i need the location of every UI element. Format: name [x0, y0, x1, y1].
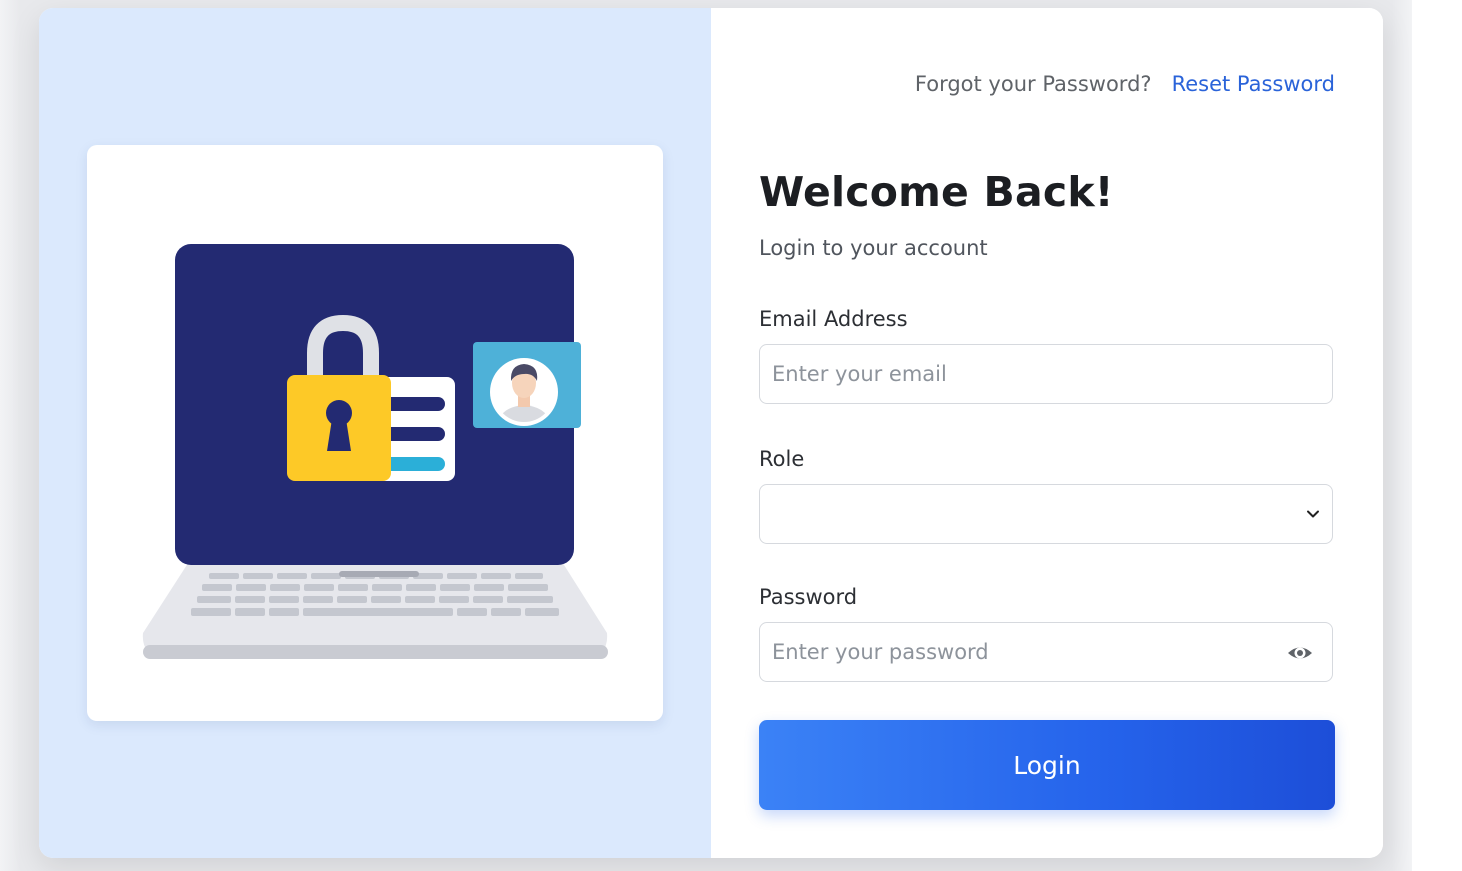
password-label: Password [759, 585, 858, 609]
illustration-panel [39, 8, 711, 858]
page-subtitle: Login to your account [759, 236, 988, 260]
email-field-wrapper [759, 344, 1333, 404]
illustration-card [87, 145, 663, 721]
page-title: Welcome Back! [759, 168, 1114, 216]
role-select[interactable] [760, 485, 1332, 543]
login-button[interactable]: Login [759, 720, 1335, 810]
password-field[interactable] [760, 623, 1332, 681]
login-card: Forgot your Password? Reset Password Wel… [39, 8, 1383, 858]
forgot-password-text: Forgot your Password? [914, 72, 1152, 96]
form-panel: Forgot your Password? Reset Password Wel… [711, 8, 1383, 858]
laptop-lock-illustration [142, 244, 608, 659]
email-label: Email Address [759, 307, 908, 331]
eye-icon[interactable] [1286, 641, 1314, 665]
password-field-wrapper [759, 622, 1333, 682]
role-label: Role [759, 447, 805, 471]
role-select-wrapper [759, 484, 1333, 544]
reset-password-link[interactable]: Reset Password [1172, 72, 1335, 96]
forgot-password-row: Forgot your Password? Reset Password [915, 72, 1335, 96]
email-field[interactable] [760, 345, 1332, 403]
